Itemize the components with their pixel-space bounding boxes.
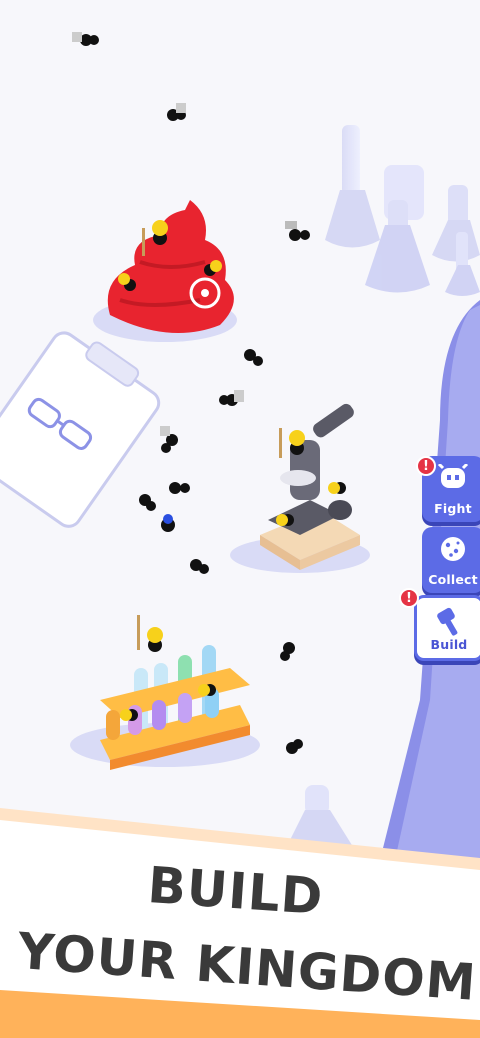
build-alert-badge: ! — [399, 588, 419, 608]
fight-bug-icon — [437, 462, 469, 496]
collect-button[interactable]: Collect — [422, 527, 480, 593]
banner-title-line-1: BUILD — [145, 856, 326, 927]
fight-label: Fight — [434, 501, 472, 516]
test-tube-rack — [70, 645, 260, 770]
hammer-icon — [434, 606, 464, 640]
collect-label: Collect — [428, 572, 478, 587]
glassware — [325, 125, 480, 296]
build-button[interactable]: Build — [414, 595, 480, 661]
fight-alert-badge: ! — [416, 456, 436, 476]
microscope — [230, 403, 370, 573]
cookie-icon — [439, 535, 467, 567]
